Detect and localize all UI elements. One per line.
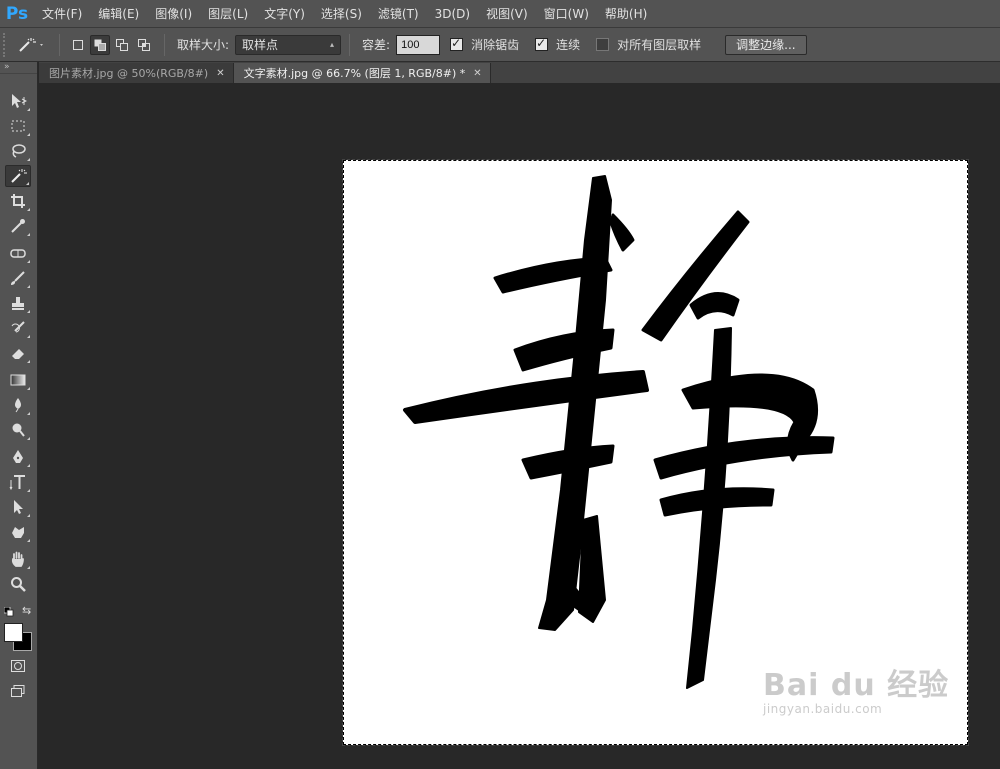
tools-panel: » ⇆ [0,62,38,769]
sample-size-select[interactable]: 取样点 ▴ [235,34,342,55]
default-colors-icon[interactable] [3,606,14,617]
menu-select[interactable]: 选择(S) [313,0,370,28]
options-bar-grip[interactable] [3,32,11,57]
menu-image[interactable]: 图像(I) [147,0,200,28]
magic-wand-tool-icon[interactable] [5,165,31,187]
antialias-label: 消除锯齿 [471,38,520,52]
sample-all-layers-label: 对所有图层取样 [617,38,702,52]
sample-all-layers-checkbox[interactable] [596,38,610,51]
refine-edge-button[interactable]: 调整边缘... [725,34,807,55]
hand-icon[interactable] [5,548,31,570]
tool-preset-picker[interactable] [11,33,51,57]
separator [164,33,165,56]
document-tab-bar: 图片素材.jpg @ 50%(RGB/8#) ✕ 文字素材.jpg @ 66.7… [39,62,1000,83]
tab-image-material[interactable]: 图片素材.jpg @ 50%(RGB/8#) ✕ [39,63,234,83]
photoshop-logo: Ps [5,3,29,24]
menu-layer[interactable]: 图层(L) [200,0,256,28]
zoom-icon[interactable] [5,573,31,595]
screen-mode-icon[interactable] [5,680,31,702]
close-icon[interactable]: ✕ [216,68,224,79]
swap-colors-icon[interactable]: ⇆ [22,604,34,617]
workspace: Bai du 经验 jingyan.baidu.com [39,83,1000,769]
menu-edit[interactable]: 编辑(E) [90,0,147,28]
magic-wand-icon [19,37,43,52]
blur-icon[interactable] [5,394,31,416]
separator [349,33,351,56]
eraser-icon[interactable] [5,342,31,364]
add-to-selection-button[interactable] [90,34,110,55]
path-selection-icon[interactable] [5,496,31,518]
intersect-selection-button[interactable] [134,35,154,55]
eyedropper-icon[interactable] [5,215,31,237]
menu-3d[interactable]: 3D(D) [427,0,478,28]
watermark-brand: Bai du 经验 [763,668,950,703]
contiguous-checkbox[interactable] [535,36,549,51]
menu-bar: Ps 文件(F) 编辑(E) 图像(I) 图层(L) 文字(Y) 选择(S) 滤… [0,0,1000,28]
contiguous-label: 连续 [556,38,581,52]
collapse-icon[interactable]: » [0,62,37,74]
history-brush-icon[interactable] [5,317,31,339]
lasso-icon[interactable] [5,140,31,162]
foreground-color-swatch[interactable] [4,623,23,642]
calligraphy-character [403,175,835,689]
sample-size-label: 取样大小: [177,38,230,52]
dodge-icon[interactable] [5,419,31,441]
gradient-icon[interactable] [5,369,31,391]
shape-icon[interactable] [5,521,31,543]
move-icon[interactable] [5,90,31,112]
sample-size-value: 取样点 [242,38,279,52]
separator [59,33,60,56]
crop-icon[interactable] [5,190,31,212]
pen-icon[interactable] [5,446,31,468]
watermark-url: jingyan.baidu.com [763,702,883,716]
tab-label: 图片素材.jpg @ 50%(RGB/8#) [49,67,209,80]
select-arrows-icon: ▴ [330,40,335,49]
menu-window[interactable]: 窗口(W) [536,0,597,28]
menu-view[interactable]: 视图(V) [478,0,536,28]
tolerance-label: 容差: [362,38,391,52]
menu-file[interactable]: 文件(F) [34,0,90,28]
quick-mask-icon[interactable] [5,655,31,677]
clone-stamp-icon[interactable] [5,292,31,314]
menu-help[interactable]: 帮助(H) [597,0,655,28]
type-icon[interactable] [5,471,31,493]
healing-brush-icon[interactable] [5,242,31,264]
menu-filter[interactable]: 滤镜(T) [370,0,427,28]
tolerance-input[interactable] [396,34,441,55]
marquee-icon[interactable] [5,115,31,137]
tab-text-material[interactable]: 文字素材.jpg @ 66.7% (图层 1, RGB/8#) * ✕ [233,63,491,83]
options-bar: 取样大小: 取样点 ▴ 容差: 消除锯齿 连续 对所有图层取样 调整边缘... [0,28,1000,62]
menu-type[interactable]: 文字(Y) [256,0,313,28]
watermark: Bai du 经验 jingyan.baidu.com [763,660,949,716]
brush-icon[interactable] [5,267,31,289]
new-selection-button[interactable] [68,35,88,55]
antialias-checkbox[interactable] [450,36,464,51]
tab-label: 文字素材.jpg @ 66.7% (图层 1, RGB/8#) * [243,67,466,80]
close-icon[interactable]: ✕ [473,68,481,79]
document-canvas[interactable]: Bai du 经验 jingyan.baidu.com [342,159,969,746]
subtract-from-selection-button[interactable] [112,35,132,55]
